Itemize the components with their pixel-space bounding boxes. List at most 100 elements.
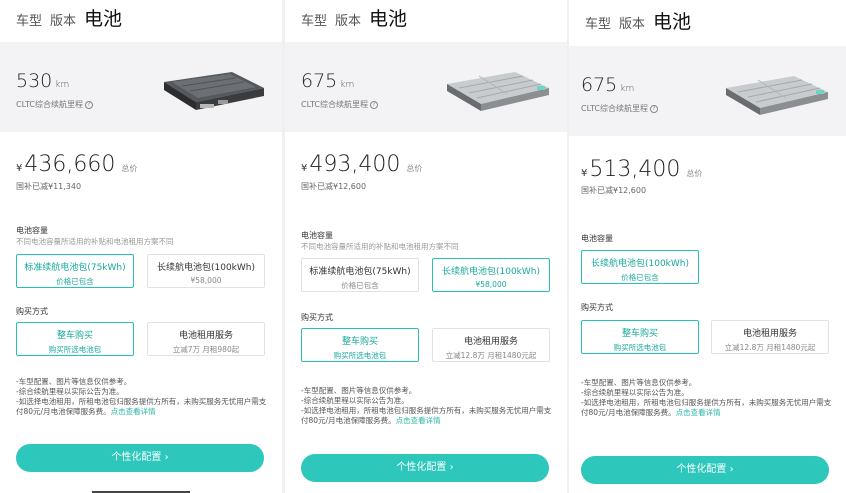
total-price: 493,400 (309, 152, 401, 177)
battery-option-standard[interactable]: 标准续航电池包(75kWh) 价格已包含 (16, 254, 134, 288)
option-title: 整车购买 (621, 329, 658, 339)
disclaimer-notes: -车型配置、图片等信息仅供参考。 -综合续航里程以实际公告为准。 -如选择电池租… (16, 377, 271, 417)
purchase-method-title: 购买方式 (301, 313, 333, 322)
battery-pack-image (726, 76, 828, 115)
step-breadcrumb: 车型 版本 电池 (301, 4, 415, 31)
details-link[interactable]: 点击查看详情 (396, 416, 441, 425)
battery-option-long[interactable]: 长续航电池包(100kWh) ¥58,000 (432, 258, 550, 292)
purchase-option-lease[interactable]: 电池租用服务 立减12.8万 月租1480元起 (711, 320, 829, 354)
range-value: 675 (581, 74, 618, 96)
battery-capacity-subtitle: 不同电池容量所适用的补贴和电池租用方案不同 (16, 237, 174, 246)
disclaimer-notes: -车型配置、图片等信息仅供参考。 -综合续航里程以实际公告为准。 -如选择电池租… (301, 386, 556, 426)
range-value-group: 675 km (581, 74, 634, 96)
info-icon[interactable]: ? (649, 104, 658, 113)
option-subtitle: 价格已包含 (56, 277, 94, 286)
battery-config-panel-2: 车型 版本 电池 675 km CLTC综合续航里程? ¥ 493,400 总价 … (285, 0, 567, 493)
option-title: 电池租用服务 (463, 337, 518, 347)
purchase-option-buy[interactable]: 整车购买 购买所选电池包 (16, 322, 134, 356)
step-breadcrumb: 车型 版本 电池 (16, 4, 130, 31)
info-icon[interactable]: ? (84, 100, 93, 109)
range-unit: km (620, 84, 635, 94)
option-title: 电池租用服务 (742, 329, 797, 339)
currency-symbol: ¥ (581, 168, 588, 179)
step-model[interactable]: 车型 (301, 10, 327, 29)
subsidy-text: 国补已减¥11,340 (16, 182, 82, 191)
range-value: 675 (301, 70, 338, 92)
battery-capacity-subtitle: 不同电池容量所适用的补贴和电池租用方案不同 (301, 242, 459, 251)
purchase-method-title: 购买方式 (16, 307, 48, 316)
purchase-option-lease[interactable]: 电池租用服务 立减12.8万 月租1480元起 (432, 328, 550, 362)
price-row: ¥ 493,400 总价 (301, 152, 422, 177)
purchase-option-buy[interactable]: 整车购买 购买所选电池包 (581, 320, 699, 354)
option-title: 电池租用服务 (178, 331, 233, 341)
battery-pack-image (164, 72, 264, 110)
option-title: 标准续航电池包(75kWh) (24, 263, 126, 273)
option-subtitle: ¥58,000 (190, 276, 222, 285)
option-subtitle: 购买所选电池包 (613, 343, 667, 352)
note-line-with-link: -如选择电池租用，所租电池包归服务提供方所有，未购买服务无忧用户需支付80元/月… (581, 398, 833, 418)
total-price: 436,660 (24, 152, 116, 177)
range-label: CLTC综合续航里程 (301, 100, 368, 109)
step-version[interactable]: 版本 (619, 13, 645, 32)
note-line: -车型配置、图片等信息仅供参考。 (581, 378, 697, 387)
battery-config-panel-3: 车型 版本 电池 675 km CLTC综合续航里程? ¥ 513,400 总价 … (569, 0, 846, 493)
purchase-option-buy[interactable]: 整车购买 购买所选电池包 (301, 328, 419, 362)
details-link[interactable]: 点击查看详情 (111, 407, 156, 416)
step-version[interactable]: 版本 (335, 10, 361, 29)
option-title: 长续航电池包(100kWh) (590, 259, 690, 269)
battery-option-long[interactable]: 长续航电池包(100kWh) 价格已包含 (581, 250, 699, 284)
step-battery[interactable]: 电池 (84, 4, 122, 31)
note-line-with-link: -如选择电池租用，所租电池包归服务提供方所有，未购买服务无忧用户需支付80元/月… (16, 397, 271, 417)
range-hero: 530 km CLTC综合续航里程? (0, 42, 282, 132)
step-version[interactable]: 版本 (50, 10, 76, 29)
note-line: -综合续航里程以实际公告为准。 (581, 388, 689, 397)
battery-option-long[interactable]: 长续航电池包(100kWh) ¥58,000 (147, 254, 265, 288)
option-subtitle: 立减12.8万 月租1480元起 (445, 351, 537, 360)
step-battery[interactable]: 电池 (653, 7, 691, 34)
personalize-config-button[interactable]: 个性化配置 › (301, 454, 549, 482)
total-price-label: 总价 (121, 164, 138, 173)
option-subtitle: 立减7万 月租980起 (172, 345, 240, 354)
details-link[interactable]: 点击查看详情 (676, 408, 721, 417)
note-line: -车型配置、图片等信息仅供参考。 (301, 386, 417, 395)
battery-option-standard[interactable]: 标准续航电池包(75kWh) 价格已包含 (301, 258, 419, 292)
disclaimer-notes: -车型配置、图片等信息仅供参考。 -综合续航里程以实际公告为准。 -如选择电池租… (581, 378, 833, 418)
option-subtitle: ¥58,000 (475, 280, 507, 289)
option-subtitle: 价格已包含 (621, 273, 659, 282)
note-line: -车型配置、图片等信息仅供参考。 (16, 377, 132, 386)
subsidy-text: 国补已减¥12,600 (301, 182, 367, 191)
range-label-row: CLTC综合续航里程? (301, 99, 378, 110)
range-label-row: CLTC综合续航里程? (16, 99, 93, 110)
range-unit: km (55, 80, 70, 90)
range-unit: km (340, 80, 355, 90)
purchase-method-title: 购买方式 (581, 303, 613, 312)
range-hero: 675 km CLTC综合续航里程? (285, 42, 567, 132)
battery-pack-image (447, 72, 549, 111)
option-title: 整车购买 (341, 337, 378, 347)
step-model[interactable]: 车型 (585, 13, 611, 32)
personalize-config-button[interactable]: 个性化配置 › (16, 444, 264, 472)
note-line-with-link: -如选择电池租用，所租电池包归服务提供方所有，未购买服务无忧用户需支付80元/月… (301, 406, 556, 426)
option-subtitle: 立减12.8万 月租1480元起 (724, 343, 816, 352)
step-model[interactable]: 车型 (16, 10, 42, 29)
range-value-group: 675 km (301, 70, 354, 92)
note-line: -综合续航里程以实际公告为准。 (16, 387, 124, 396)
purchase-option-lease[interactable]: 电池租用服务 立减7万 月租980起 (147, 322, 265, 356)
battery-capacity-title: 电池容量 (581, 234, 613, 243)
price-row: ¥ 513,400 总价 (581, 157, 702, 182)
price-row: ¥ 436,660 总价 (16, 152, 137, 177)
step-battery[interactable]: 电池 (369, 4, 407, 31)
range-value: 530 (16, 70, 53, 92)
option-title: 标准续航电池包(75kWh) (309, 267, 411, 277)
step-breadcrumb: 车型 版本 电池 (585, 7, 699, 34)
subsidy-text: 国补已减¥12,600 (581, 186, 647, 195)
total-price-label: 总价 (406, 164, 423, 173)
personalize-config-button[interactable]: 个性化配置 › (581, 456, 829, 484)
option-subtitle: 购买所选电池包 (48, 345, 102, 354)
info-icon[interactable]: ? (369, 100, 378, 109)
total-price: 513,400 (589, 157, 681, 182)
note-line: -综合续航里程以实际公告为准。 (301, 396, 409, 405)
option-title: 整车购买 (56, 331, 93, 341)
range-value-group: 530 km (16, 70, 69, 92)
option-subtitle: 购买所选电池包 (333, 351, 387, 360)
